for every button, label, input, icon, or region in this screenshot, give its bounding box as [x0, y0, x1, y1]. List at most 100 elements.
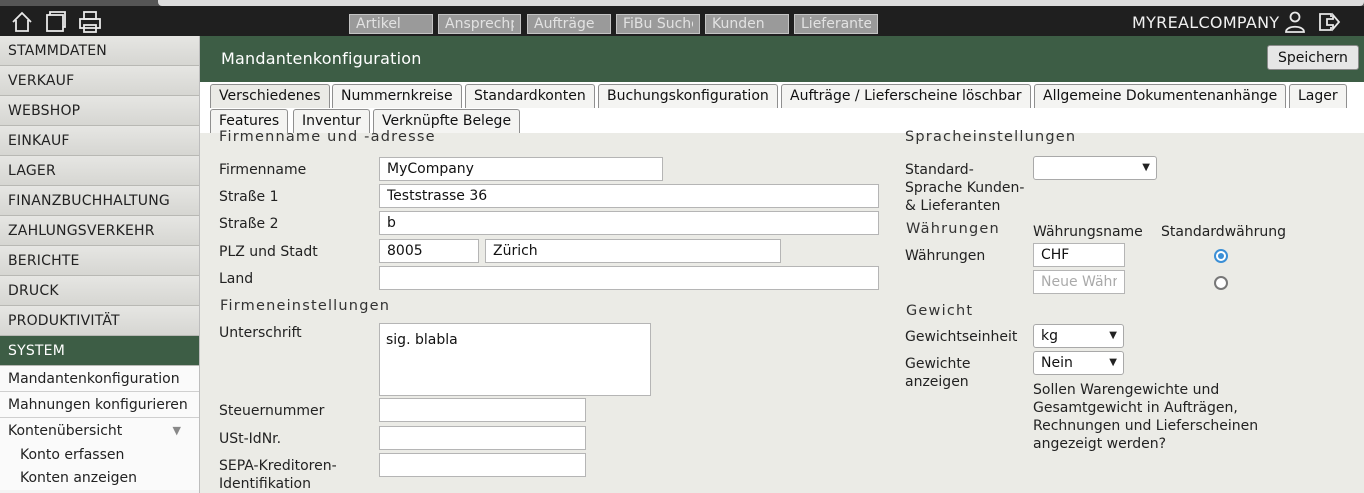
- country-label: Land: [219, 271, 254, 287]
- sidebar-item-system[interactable]: SYSTEM: [0, 336, 199, 366]
- sidebar-sub-label: Mandantenkonfiguration: [8, 371, 180, 387]
- std-language-label-line1: Standard-: [905, 162, 974, 178]
- sidebar-item-lager[interactable]: LAGER: [0, 156, 199, 186]
- printer-icon[interactable]: [78, 10, 102, 34]
- weight-unit-value: kg: [1041, 328, 1058, 344]
- search-article-input[interactable]: [349, 14, 433, 34]
- company-section-title: Firmenname und -adresse: [219, 129, 436, 145]
- default-currency-radio-chf[interactable]: [1214, 249, 1228, 263]
- search-customers-input[interactable]: [705, 14, 789, 34]
- city-input[interactable]: [485, 239, 781, 263]
- show-weights-label: Gewichte anzeigen: [905, 355, 970, 391]
- new-currency-input[interactable]: [1033, 270, 1125, 294]
- tab-verschiedenes[interactable]: Verschiedenes: [210, 84, 330, 108]
- tab-buchungskonfiguration[interactable]: Buchungskonfiguration: [598, 84, 778, 108]
- settings-section-title: Firmeneinstellungen: [220, 298, 391, 314]
- window-scrollbar[interactable]: [158, 0, 1364, 6]
- weight-section-title: Gewicht: [906, 303, 974, 319]
- sepa-input[interactable]: [379, 453, 586, 477]
- tax-number-input[interactable]: [379, 398, 586, 422]
- signature-textarea[interactable]: sig. blabla: [379, 323, 651, 396]
- company-name-label: Firmenname: [219, 162, 307, 178]
- weights-help-text: Sollen Warengewichte und Gesamtgewicht in…: [1033, 381, 1258, 453]
- show-weights-label-line1: Gewichte: [905, 356, 971, 372]
- sidebar-sub-mahnungen[interactable]: Mahnungen konfigurieren: [0, 392, 199, 418]
- search-suppliers-input[interactable]: [794, 14, 878, 34]
- sidebar-item-stammdaten[interactable]: STAMMDATEN: [0, 36, 199, 66]
- tab-bar: Verschiedenes Nummernkreise Standardkont…: [200, 82, 1364, 133]
- chevron-down-icon: ▼: [1109, 330, 1117, 341]
- std-language-label-line2: Sprache Kunden-: [905, 180, 1025, 196]
- country-input[interactable]: [379, 266, 879, 290]
- default-currency-radio-new[interactable]: [1214, 276, 1228, 290]
- sidebar-item-webshop[interactable]: WEBSHOP: [0, 96, 199, 126]
- window-icon[interactable]: [43, 10, 67, 34]
- company-name: MYREALCOMPANY: [1132, 13, 1280, 32]
- currencies-label: Währungen: [905, 248, 986, 264]
- show-weights-value: Nein: [1041, 355, 1073, 371]
- street1-label: Straße 1: [219, 189, 279, 205]
- currency-name-input[interactable]: [1033, 243, 1125, 267]
- tab-standardkonten[interactable]: Standardkonten: [465, 84, 595, 108]
- sidebar: STAMMDATEN VERKAUF WEBSHOP EINKAUF LAGER…: [0, 36, 200, 493]
- sidebar-item-berichte[interactable]: BERICHTE: [0, 246, 199, 276]
- vat-label: USt-IdNr.: [219, 431, 282, 447]
- sepa-label: SEPA-Kreditoren- Identifikation: [219, 457, 337, 493]
- tab-dokumentenanhaenge[interactable]: Allgemeine Dokumentenanhänge: [1034, 84, 1287, 108]
- zip-input[interactable]: [379, 239, 479, 263]
- home-icon[interactable]: [10, 10, 34, 34]
- logout-icon[interactable]: [1317, 10, 1341, 34]
- sidebar-subsub-konto-erfassen[interactable]: Konto erfassen: [0, 444, 199, 467]
- language-section-title: Spracheinstellungen: [905, 129, 1077, 145]
- chevron-down-icon: ▼: [172, 424, 181, 437]
- currency-section-title: Währungen: [906, 221, 1000, 237]
- tab-nummernkreise[interactable]: Nummernkreise: [332, 84, 462, 108]
- sidebar-item-finanzbuchhaltung[interactable]: FINANZBUCHHALTUNG: [0, 186, 199, 216]
- street1-input[interactable]: [379, 184, 879, 208]
- street2-label: Straße 2: [219, 216, 279, 232]
- sidebar-item-druck[interactable]: DRUCK: [0, 276, 199, 306]
- user-icon[interactable]: [1283, 10, 1307, 34]
- tab-lager[interactable]: Lager: [1289, 84, 1347, 108]
- company-name-input[interactable]: [379, 157, 663, 181]
- chevron-down-icon: ▼: [1142, 162, 1150, 173]
- tab-auftraege-loeschbar[interactable]: Aufträge / Lieferscheine löschbar: [781, 84, 1031, 108]
- show-weights-select[interactable]: Nein ▼: [1033, 351, 1124, 375]
- street2-input[interactable]: [379, 211, 879, 235]
- currency-name-header: Währungsname: [1033, 224, 1143, 240]
- sidebar-sub-label: Mahnungen konfigurieren: [8, 397, 188, 413]
- page-title: Mandantenkonfiguration: [221, 49, 422, 68]
- std-language-select[interactable]: ▼: [1033, 156, 1157, 180]
- std-language-label-line3: & Lieferanten: [905, 198, 1001, 214]
- sidebar-sub-mandantenkonfiguration[interactable]: Mandantenkonfiguration: [0, 366, 199, 392]
- show-weights-label-line2: anzeigen: [905, 374, 969, 390]
- weight-unit-select[interactable]: kg ▼: [1033, 324, 1124, 348]
- sidebar-item-produktivitaet[interactable]: PRODUKTIVITÄT: [0, 306, 199, 336]
- tax-number-label: Steuernummer: [219, 403, 325, 419]
- chevron-down-icon: ▼: [1109, 357, 1117, 368]
- search-contact-input[interactable]: [438, 14, 521, 34]
- sidebar-subsub-konten-anzeigen[interactable]: Konten anzeigen: [0, 467, 199, 490]
- sepa-label-line1: SEPA-Kreditoren-: [219, 458, 337, 474]
- signature-label: Unterschrift: [219, 325, 302, 341]
- weight-unit-label: Gewichtseinheit: [905, 329, 1018, 345]
- sepa-label-line2: Identifikation: [219, 476, 311, 492]
- help-line1: Sollen Warengewichte und: [1033, 382, 1220, 398]
- search-orders-input[interactable]: [527, 14, 611, 34]
- vat-input[interactable]: [379, 426, 586, 450]
- help-line3: Rechnungen und Lieferscheinen: [1033, 418, 1259, 434]
- default-currency-header: Standardwährung: [1161, 224, 1286, 240]
- sidebar-item-einkauf[interactable]: EINKAUF: [0, 126, 199, 156]
- save-button[interactable]: Speichern: [1267, 45, 1359, 70]
- help-line2: Gesamtgewicht in Aufträgen,: [1033, 400, 1238, 416]
- search-fibu-input[interactable]: [616, 14, 700, 34]
- sidebar-item-zahlungsverkehr[interactable]: ZAHLUNGSVERKEHR: [0, 216, 199, 246]
- zip-city-label: PLZ und Stadt: [219, 244, 318, 260]
- help-line4: angezeigt werden?: [1033, 436, 1167, 452]
- sidebar-sub-label: Kontenübersicht: [8, 423, 123, 439]
- page-header: Mandantenkonfiguration Speichern: [200, 36, 1364, 82]
- sidebar-item-verkauf[interactable]: VERKAUF: [0, 66, 199, 96]
- sidebar-sub-kontenuebersicht[interactable]: Kontenübersicht ▼: [0, 418, 199, 444]
- std-language-label: Standard- Sprache Kunden- & Lieferanten: [905, 161, 1024, 215]
- top-bar: MYREALCOMPANY: [0, 0, 1364, 36]
